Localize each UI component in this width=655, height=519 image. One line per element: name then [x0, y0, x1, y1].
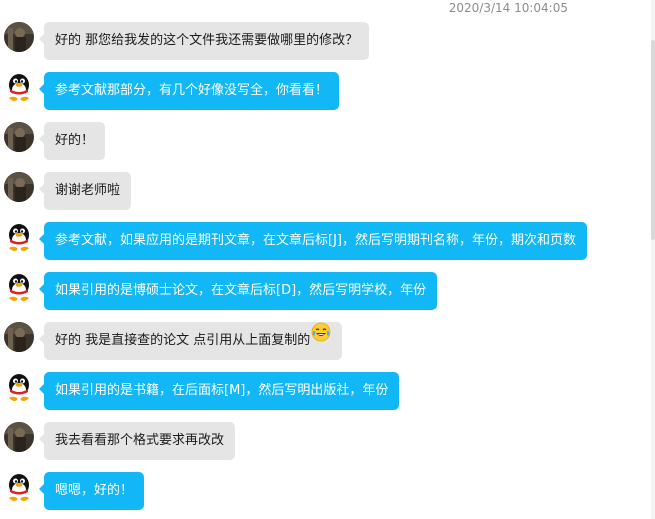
qq-penguin-avatar[interactable] — [4, 222, 34, 252]
user-avatar-image — [4, 322, 34, 352]
user-avatar[interactable] — [4, 322, 34, 352]
qq-penguin-icon — [4, 272, 34, 302]
qq-penguin-avatar[interactable] — [4, 472, 34, 502]
message-text: 好的 我是直接查的论文 点引用从上面复制的 — [55, 333, 311, 348]
user-avatar-image — [4, 122, 34, 152]
qq-penguin-icon — [4, 372, 34, 402]
user-avatar[interactable] — [4, 422, 34, 452]
qq-penguin-avatar[interactable] — [4, 372, 34, 402]
scrollbar-thumb[interactable] — [651, 40, 655, 240]
qq-penguin-icon — [4, 472, 34, 502]
message-timestamp: 2020/3/14 10:04:05 — [448, 1, 568, 15]
message-bubble[interactable]: 好的 我是直接查的论文 点引用从上面复制的 — [38, 320, 343, 360]
message-bubble[interactable]: 我去看看那个格式要求再改改 — [38, 422, 236, 460]
message-bubble[interactable]: 好的 那您给我发的这个文件我还需要做哪里的修改？ — [38, 22, 370, 60]
user-avatar[interactable] — [4, 122, 34, 152]
user-avatar-image — [4, 22, 34, 52]
scrollbar-track[interactable] — [651, 0, 655, 519]
message-bubble[interactable]: 好的！ — [38, 122, 106, 160]
message-bubble[interactable]: 谢谢老师啦 — [38, 172, 132, 210]
message-bubble[interactable]: 如果引用的是书籍，在后面标[M]，然后写明出版社，年份 — [38, 372, 400, 410]
message-bubble[interactable]: 如果引用的是博硕士论文，在文章后标[D]，然后写明学校，年份 — [38, 272, 438, 310]
user-avatar-image — [4, 422, 34, 452]
chat-window: 2020/3/14 10:04:05 好的 那您给我发的这个文件我还需要做哪里的… — [0, 0, 655, 519]
user-avatar[interactable] — [4, 22, 34, 52]
message-bubble[interactable]: 参考文献，如果应用的是期刊文章，在文章后标[J]，然后写明期刊名称，年份，期次和… — [39, 222, 587, 260]
user-avatar[interactable] — [4, 172, 34, 202]
qq-penguin-avatar[interactable] — [4, 272, 34, 302]
user-avatar-image — [4, 172, 34, 202]
message-bubble[interactable]: 参考文献那部分，有几个好像没写全，你看看！ — [38, 72, 340, 110]
message-bubble[interactable]: 嗯嗯，好的！ — [38, 472, 145, 510]
qq-penguin-icon — [4, 72, 34, 102]
qq-penguin-icon — [4, 222, 34, 252]
qq-penguin-avatar[interactable] — [4, 72, 34, 102]
laughing-tears-emoji-icon — [311, 320, 331, 358]
